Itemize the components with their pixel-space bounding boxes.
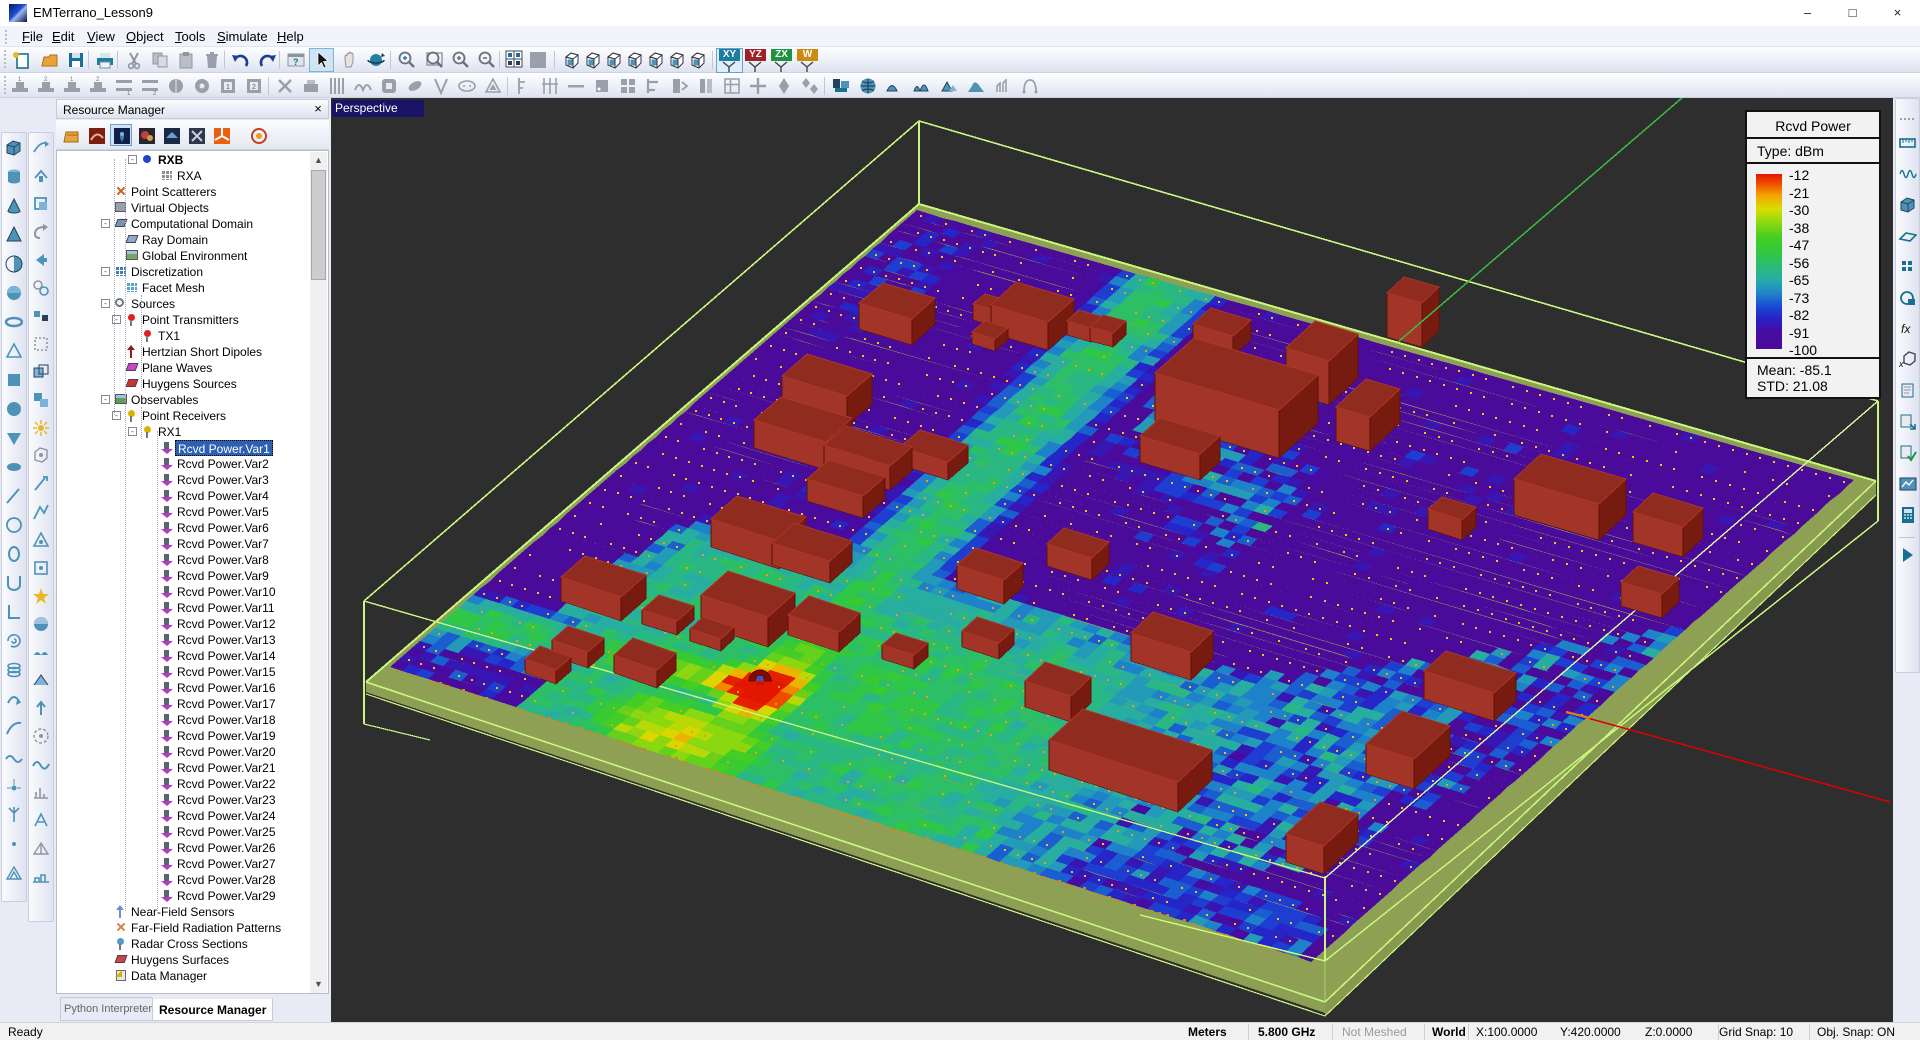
svg-text:2: 2 <box>153 91 157 96</box>
svg-text:2: 2 <box>252 84 256 91</box>
svg-text:x: x <box>1898 359 1904 369</box>
svg-text:?: ? <box>293 57 299 67</box>
svg-text:fx: fx <box>1901 322 1911 336</box>
svg-text:1: 1 <box>127 91 131 96</box>
svg-text:1: 1 <box>226 84 230 91</box>
